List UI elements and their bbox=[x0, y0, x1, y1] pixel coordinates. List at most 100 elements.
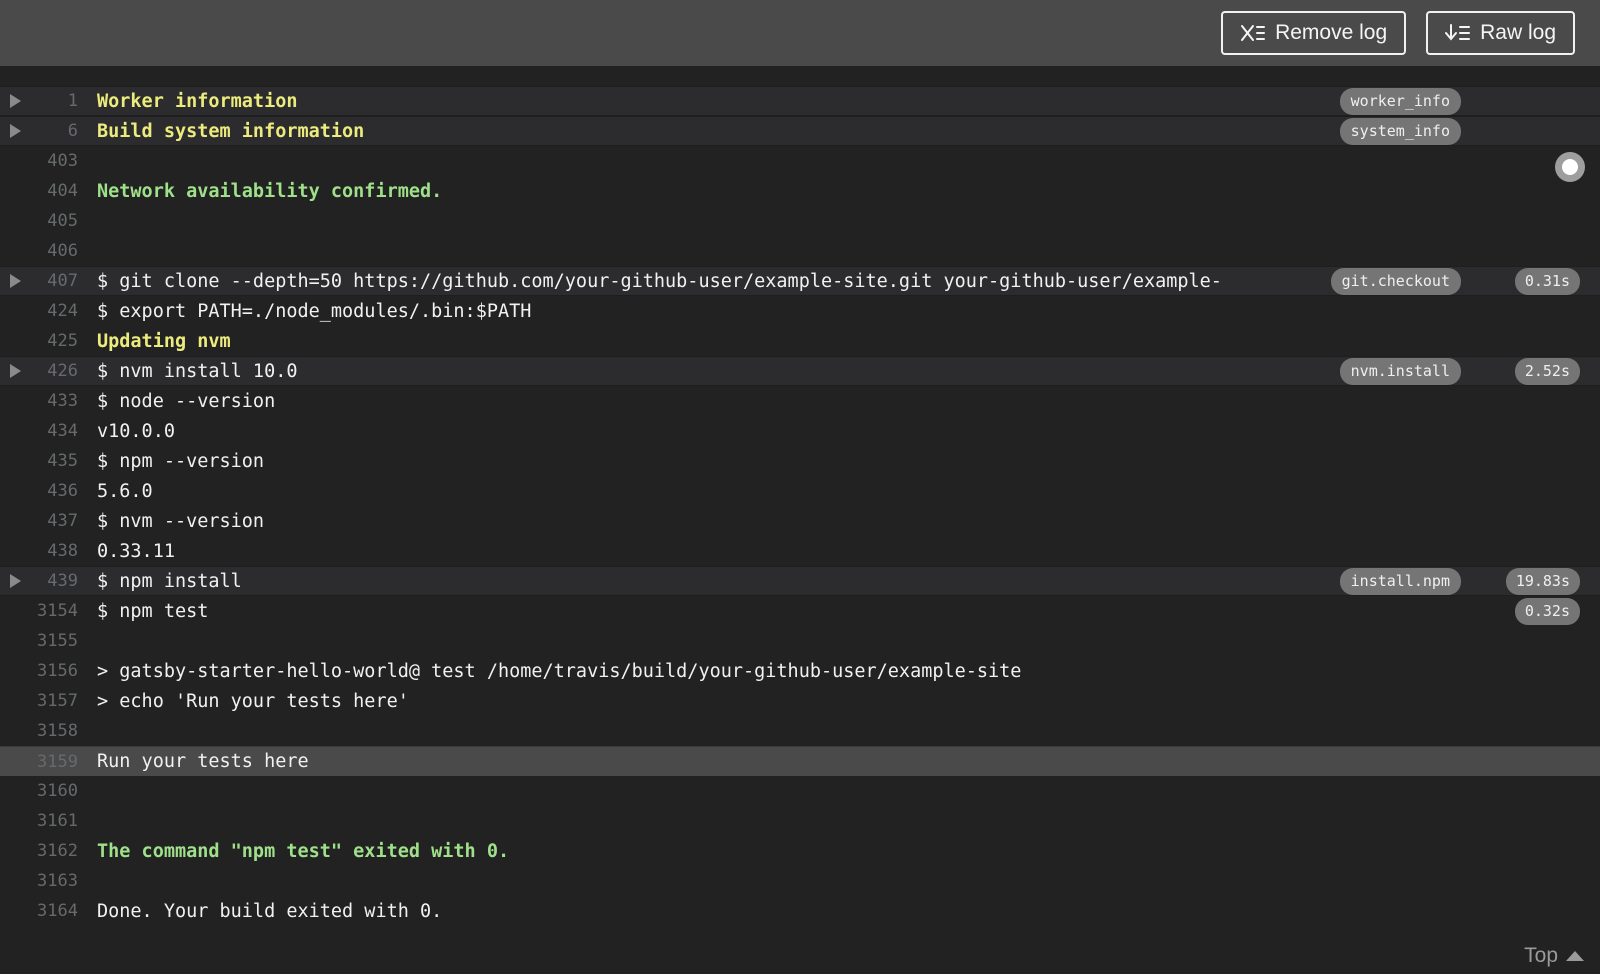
log-line: 3155 bbox=[0, 626, 1600, 656]
log-line: 436 5.6.0 bbox=[0, 476, 1600, 506]
log-line: 406 bbox=[0, 236, 1600, 266]
line-number[interactable]: 434 bbox=[30, 421, 78, 441]
line-number[interactable]: 6 bbox=[30, 121, 78, 141]
log-line: 3158 bbox=[0, 716, 1600, 746]
fold-arrow-icon bbox=[10, 574, 21, 588]
log-text: > gatsby-starter-hello-world@ test /home… bbox=[97, 660, 1022, 682]
log-line: 404 Network availability confirmed. bbox=[0, 176, 1600, 206]
line-number[interactable]: 403 bbox=[30, 151, 78, 171]
log-line: 437 $ nvm --version bbox=[0, 506, 1600, 536]
log-line: 407 $ git clone --depth=50 https://githu… bbox=[0, 266, 1600, 296]
fold-toggle[interactable] bbox=[0, 574, 30, 588]
log-tag-badge: system_info bbox=[1339, 117, 1461, 145]
duration-badge: 0.32s bbox=[1514, 597, 1580, 625]
log-text: $ git clone --depth=50 https://github.co… bbox=[97, 270, 1222, 292]
duration-column: 19.83s bbox=[1475, 567, 1600, 595]
log-line: 435 $ npm --version bbox=[0, 446, 1600, 476]
log-text: v10.0.0 bbox=[97, 420, 175, 442]
line-number[interactable]: 425 bbox=[30, 331, 78, 351]
log-line: 438 0.33.11 bbox=[0, 536, 1600, 566]
line-number[interactable]: 426 bbox=[30, 361, 78, 381]
line-number[interactable]: 436 bbox=[30, 481, 78, 501]
log-text: Network availability confirmed. bbox=[97, 180, 443, 202]
log-text: $ nvm install 10.0 bbox=[97, 360, 298, 382]
log-line: 3161 bbox=[0, 806, 1600, 836]
line-number[interactable]: 3155 bbox=[30, 631, 78, 651]
log-text: Run your tests here bbox=[97, 751, 309, 772]
line-number[interactable]: 405 bbox=[30, 211, 78, 231]
log-line: 3162 The command "npm test" exited with … bbox=[0, 836, 1600, 866]
log-line: 426 $ nvm install 10.0 nvm.install 2.52s bbox=[0, 356, 1600, 386]
line-number[interactable]: 437 bbox=[30, 511, 78, 531]
log-text: The command "npm test" exited with 0. bbox=[97, 840, 510, 862]
log-tag-badge: install.npm bbox=[1339, 567, 1461, 595]
log-lines: 1 Worker information worker_info 6 Build… bbox=[0, 86, 1600, 926]
duration-column: 0.31s bbox=[1475, 267, 1600, 295]
up-triangle-icon bbox=[1566, 951, 1584, 961]
log-text: 0.33.11 bbox=[97, 540, 175, 562]
log-line: 424 $ export PATH=./node_modules/.bin:$P… bbox=[0, 296, 1600, 326]
log-line: 6 Build system information system_info bbox=[0, 116, 1600, 146]
log-text: $ export PATH=./node_modules/.bin:$PATH bbox=[97, 300, 532, 322]
scroll-to-top-link[interactable]: Top bbox=[1524, 944, 1584, 968]
line-number[interactable]: 404 bbox=[30, 181, 78, 201]
line-number[interactable]: 1 bbox=[30, 91, 78, 111]
build-log: 1 Worker information worker_info 6 Build… bbox=[0, 66, 1600, 974]
log-line: 3157 > echo 'Run your tests here' bbox=[0, 686, 1600, 716]
log-text: $ npm test bbox=[97, 600, 209, 622]
fold-arrow-icon bbox=[10, 364, 21, 378]
line-number[interactable]: 438 bbox=[30, 541, 78, 561]
fold-arrow-icon bbox=[10, 124, 21, 138]
line-number[interactable]: 407 bbox=[30, 271, 78, 291]
fold-toggle[interactable] bbox=[0, 274, 30, 288]
line-number[interactable]: 3154 bbox=[30, 601, 78, 621]
remove-log-button[interactable]: Remove log bbox=[1221, 11, 1407, 55]
log-line: 403 bbox=[0, 146, 1600, 176]
log-tag-badge: nvm.install bbox=[1339, 357, 1461, 385]
fold-toggle[interactable] bbox=[0, 364, 30, 378]
log-text: Build system information bbox=[97, 120, 365, 142]
log-tag-badge: git.checkout bbox=[1330, 267, 1461, 295]
log-text: $ npm install bbox=[97, 570, 242, 592]
line-number[interactable]: 3160 bbox=[30, 781, 78, 801]
line-number[interactable]: 433 bbox=[30, 391, 78, 411]
duration-badge: 0.31s bbox=[1514, 267, 1580, 295]
duration-column: 0.32s bbox=[1475, 597, 1600, 625]
line-number[interactable]: 3164 bbox=[30, 901, 78, 921]
fold-toggle[interactable] bbox=[0, 94, 30, 108]
raw-log-button[interactable]: Raw log bbox=[1426, 11, 1575, 55]
line-number[interactable]: 3162 bbox=[30, 841, 78, 861]
scroll-position-inner-dot bbox=[1562, 159, 1578, 175]
scroll-position-dot-icon[interactable] bbox=[1555, 152, 1585, 182]
duration-badge: 19.83s bbox=[1505, 567, 1580, 595]
log-line: 1 Worker information worker_info bbox=[0, 86, 1600, 116]
log-text: 5.6.0 bbox=[97, 480, 153, 502]
log-line: 405 bbox=[0, 206, 1600, 236]
fold-toggle[interactable] bbox=[0, 124, 30, 138]
line-number[interactable]: 3163 bbox=[30, 871, 78, 891]
log-line: 3159 Run your tests here bbox=[0, 746, 1600, 776]
log-line: 434 v10.0.0 bbox=[0, 416, 1600, 446]
line-number[interactable]: 3161 bbox=[30, 811, 78, 831]
fold-arrow-icon bbox=[10, 94, 21, 108]
line-number[interactable]: 439 bbox=[30, 571, 78, 591]
line-number[interactable]: 3156 bbox=[30, 661, 78, 681]
log-text: Worker information bbox=[97, 90, 298, 112]
log-line: 3164 Done. Your build exited with 0. bbox=[0, 896, 1600, 926]
line-number[interactable]: 424 bbox=[30, 301, 78, 321]
log-tag-badge: worker_info bbox=[1339, 87, 1461, 115]
line-number[interactable]: 3157 bbox=[30, 691, 78, 711]
line-number[interactable]: 435 bbox=[30, 451, 78, 471]
line-number[interactable]: 3158 bbox=[30, 721, 78, 741]
log-text: Updating nvm bbox=[97, 330, 231, 352]
raw-log-label: Raw log bbox=[1480, 21, 1556, 44]
log-line: 433 $ node --version bbox=[0, 386, 1600, 416]
log-text: Done. Your build exited with 0. bbox=[97, 900, 443, 922]
log-text: $ npm --version bbox=[97, 450, 265, 472]
log-toolbar: Remove log Raw log bbox=[0, 0, 1600, 66]
log-line: 3154 $ npm test 0.32s bbox=[0, 596, 1600, 626]
log-text: > echo 'Run your tests here' bbox=[97, 690, 409, 712]
log-line: 3163 bbox=[0, 866, 1600, 896]
line-number[interactable]: 3159 bbox=[30, 752, 78, 772]
line-number[interactable]: 406 bbox=[30, 241, 78, 261]
